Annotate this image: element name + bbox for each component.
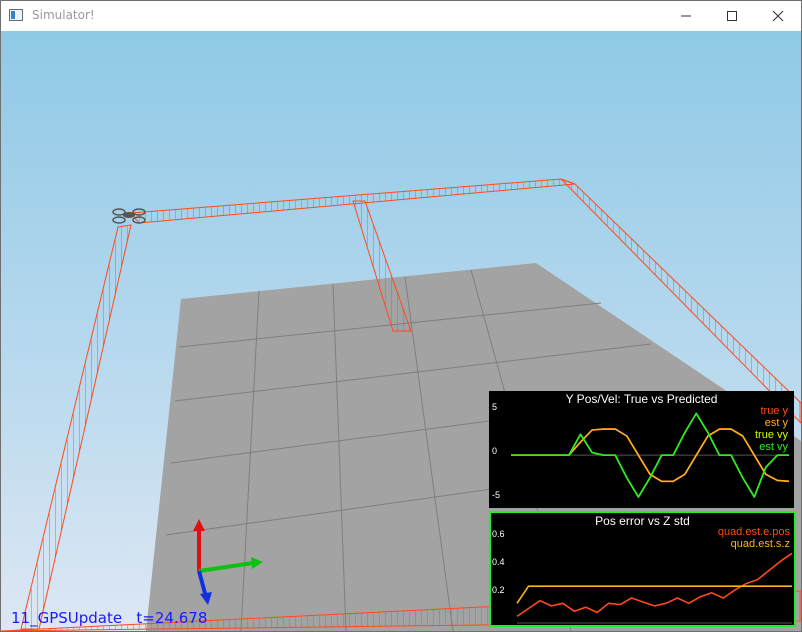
ytick-label: 0.4 <box>492 557 505 567</box>
sim-time: t=24.678 <box>136 609 208 627</box>
legend-entry: true vy <box>754 429 788 441</box>
close-button[interactable] <box>755 1 801 31</box>
series-line-quad-est-s-z <box>516 585 792 604</box>
window-title: Simulator! <box>32 8 95 22</box>
plot-pos-error[interactable]: Pos error vs Z std 0.6 0.4 0.2 quad.est.… <box>489 511 796 627</box>
legend-entry: est y <box>764 417 788 429</box>
ytick-label: 5 <box>492 402 498 412</box>
plot-title: Y Pos/Vel: True vs Predicted <box>565 392 718 406</box>
legend-entry: quad.est.e.pos <box>717 526 790 538</box>
simulator-window: Simulator! 11_GPSUpdate t=24.678 Y Pos/V… <box>0 0 802 632</box>
legend-entry: true y <box>760 405 788 417</box>
minimize-icon <box>681 15 691 17</box>
ytick-label: 0 <box>492 446 498 456</box>
app-window-icon <box>9 9 23 21</box>
plot-y-pos-vel[interactable]: Y Pos/Vel: True vs Predicted 5 0 -5 true… <box>489 391 794 508</box>
legend-entry: est vy <box>759 441 788 453</box>
status-readout: 11_GPSUpdate t=24.678 <box>11 609 207 627</box>
plot-legend: true y est y true vy est vy <box>755 405 788 453</box>
maximize-icon <box>727 11 737 21</box>
plot-legend: quad.est.e.pos quad.est.s.z <box>718 526 790 550</box>
legend-entry: quad.est.s.z <box>730 538 790 550</box>
series-line-quad-est-e-pos <box>516 552 793 618</box>
ytick-label: 0.2 <box>492 585 505 595</box>
ytick-label: -5 <box>492 490 501 500</box>
maximize-button[interactable] <box>709 1 755 31</box>
plot-y-pos-vel-canvas <box>511 412 790 498</box>
ytick-label: 0.6 <box>492 529 505 539</box>
title-bar[interactable]: Simulator! <box>1 1 801 31</box>
close-icon <box>772 10 784 22</box>
minimize-button[interactable] <box>663 1 709 31</box>
simulation-viewport[interactable]: 11_GPSUpdate t=24.678 Y Pos/Vel: True vs… <box>1 31 801 631</box>
scenario-name: 11_GPSUpdate <box>11 609 123 627</box>
